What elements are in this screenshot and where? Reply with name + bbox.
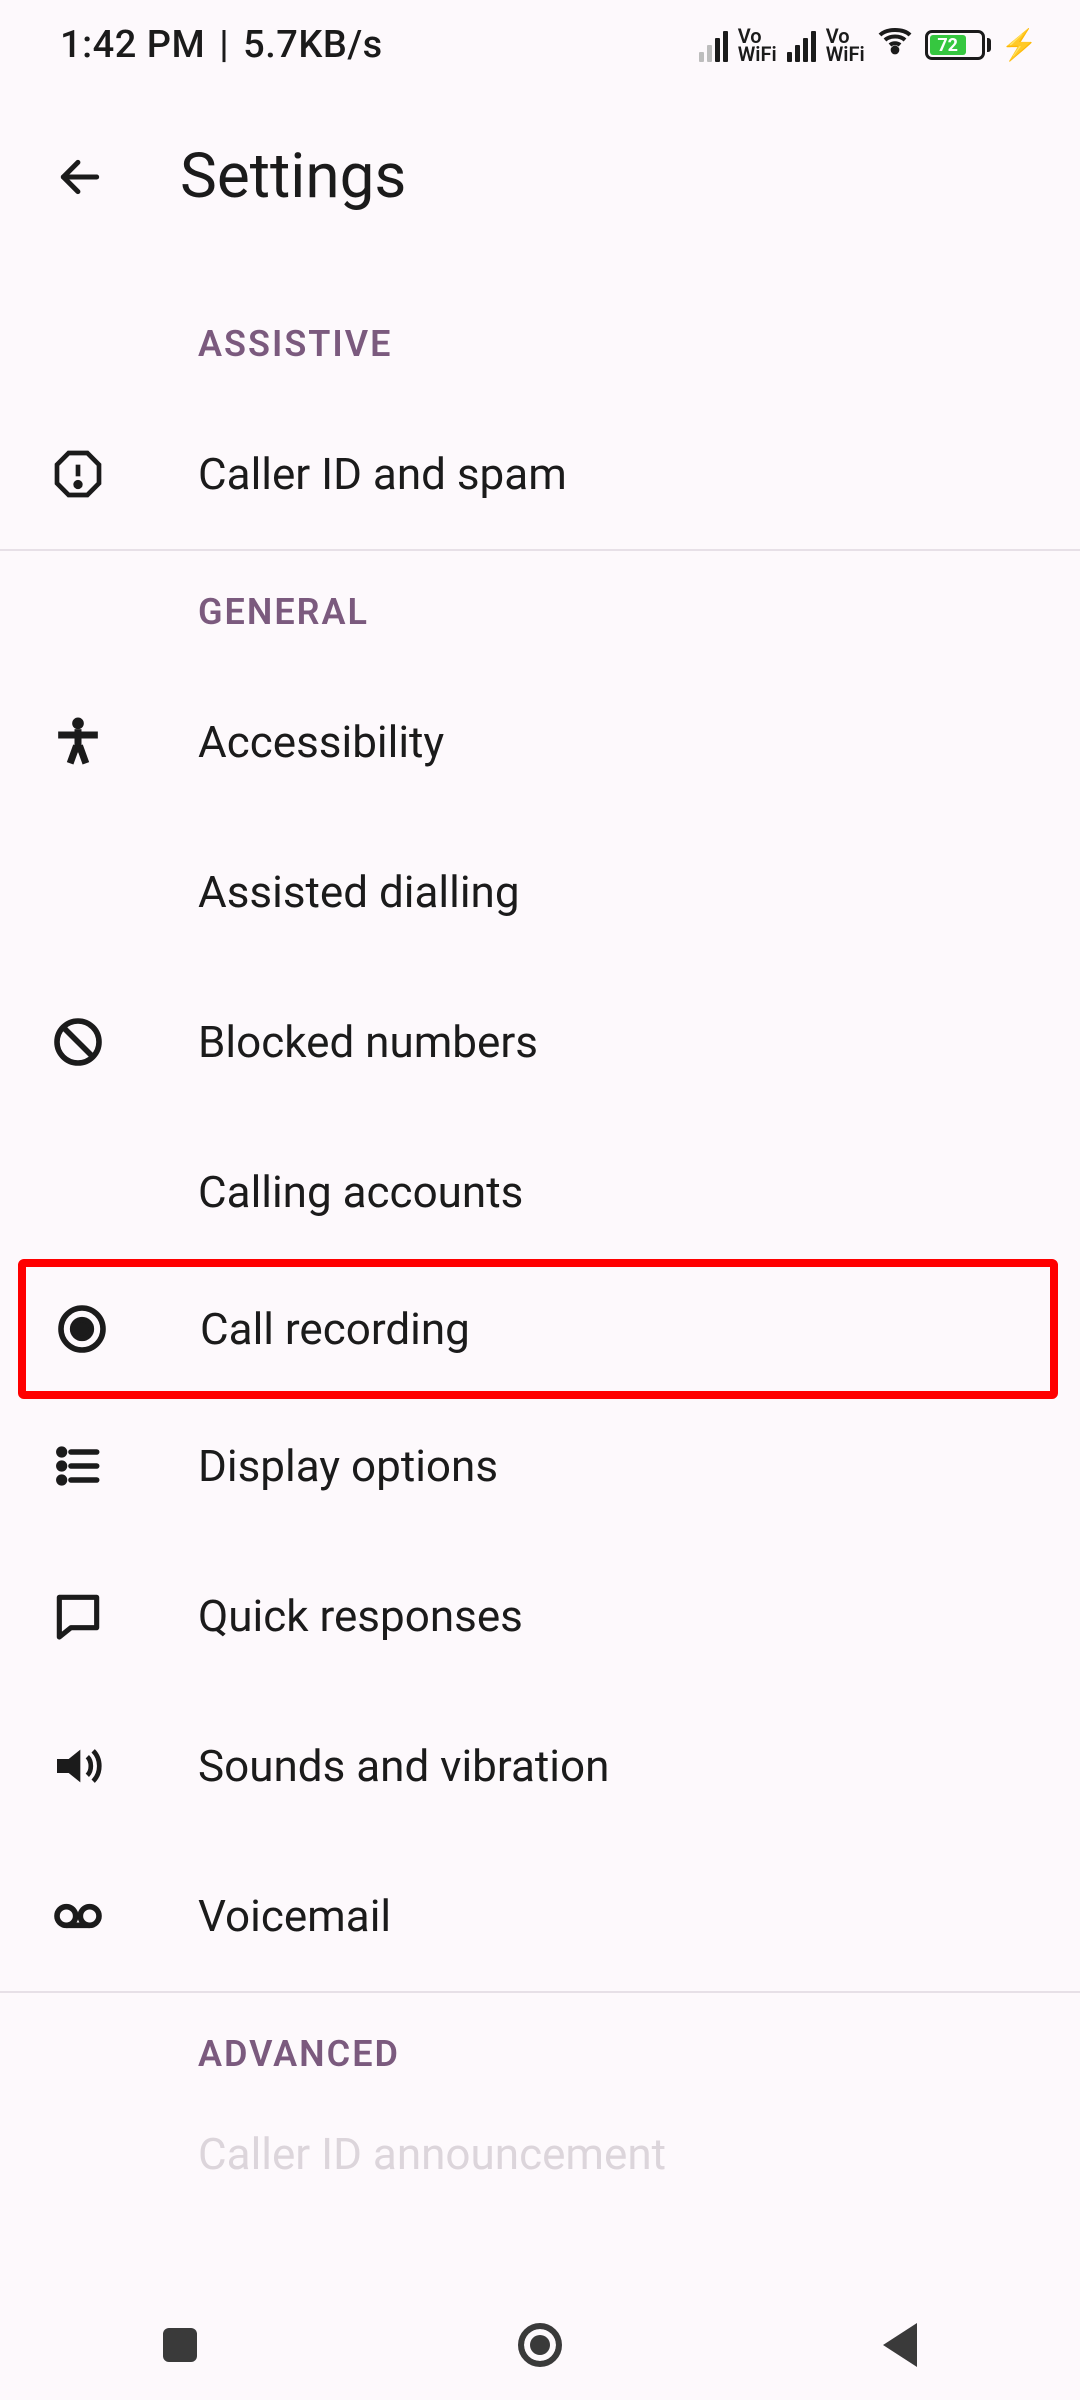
page-title: Settings xyxy=(180,140,406,213)
item-blocked-numbers[interactable]: Blocked numbers xyxy=(0,967,1080,1117)
section-assistive: ASSISTIVE xyxy=(0,283,1080,399)
message-icon xyxy=(50,1588,106,1644)
item-label: Sounds and vibration xyxy=(198,1740,609,1792)
battery-icon: 72 xyxy=(925,30,991,60)
item-label: Display options xyxy=(198,1440,498,1492)
triangle-left-icon xyxy=(883,2323,917,2367)
item-label: Call recording xyxy=(200,1303,470,1355)
status-time: 1:42 PM xyxy=(60,23,205,67)
item-caller-id-announcement[interactable]: Caller ID announcement xyxy=(0,2109,1080,2199)
item-accessibility[interactable]: Accessibility xyxy=(0,667,1080,817)
status-right: VoWiFi VoWiFi 72 ⚡ xyxy=(699,20,1038,70)
item-sounds-and-vibration[interactable]: Sounds and vibration xyxy=(0,1691,1080,1841)
list-icon xyxy=(50,1438,106,1494)
section-advanced: ADVANCED xyxy=(0,1993,1080,2109)
item-display-options[interactable]: Display options xyxy=(0,1391,1080,1541)
status-time-net: 1:42 PM | 5.7KB/s xyxy=(60,23,383,67)
item-assisted-dialling[interactable]: Assisted dialling xyxy=(0,817,1080,967)
charging-icon: ⚡ xyxy=(1001,28,1038,63)
item-label: Calling accounts xyxy=(198,1166,523,1218)
signal-strength-sim1-icon xyxy=(699,28,728,62)
vowifi-sim1-icon: VoWiFi xyxy=(738,27,777,63)
item-call-recording[interactable]: Call recording xyxy=(18,1259,1058,1399)
accessibility-icon xyxy=(50,714,106,770)
square-icon xyxy=(163,2328,197,2362)
item-voicemail[interactable]: Voicemail xyxy=(0,1841,1080,1991)
item-caller-id-and-spam[interactable]: Caller ID and spam xyxy=(0,399,1080,549)
status-bar: 1:42 PM | 5.7KB/s VoWiFi VoWiFi 72 ⚡ xyxy=(0,0,1080,90)
item-label: Blocked numbers xyxy=(198,1016,538,1068)
battery-percent: 72 xyxy=(930,35,966,55)
voicemail-icon xyxy=(50,1888,106,1944)
nav-back-button[interactable] xyxy=(860,2305,940,2385)
signal-strength-sim2-icon xyxy=(787,28,816,62)
nav-recent-button[interactable] xyxy=(140,2305,220,2385)
item-label: Caller ID and spam xyxy=(198,448,567,500)
item-label: Assisted dialling xyxy=(198,866,520,918)
section-general: GENERAL xyxy=(0,551,1080,667)
item-calling-accounts[interactable]: Calling accounts xyxy=(0,1117,1080,1267)
circle-icon xyxy=(518,2323,562,2367)
block-icon xyxy=(50,1014,106,1070)
arrow-left-icon xyxy=(55,152,105,202)
vowifi-sim2-icon: VoWiFi xyxy=(826,27,865,63)
item-label: Accessibility xyxy=(198,716,444,768)
item-label: Voicemail xyxy=(198,1890,391,1942)
back-button[interactable] xyxy=(50,147,110,207)
nav-home-button[interactable] xyxy=(500,2305,580,2385)
system-nav-bar xyxy=(0,2290,1080,2400)
item-label: Quick responses xyxy=(198,1590,523,1642)
item-label: Caller ID announcement xyxy=(198,2128,666,2180)
status-net-rate: 5.7KB/s xyxy=(243,23,383,67)
wifi-icon xyxy=(875,20,915,70)
record-icon xyxy=(54,1301,110,1357)
volume-icon xyxy=(50,1738,106,1794)
item-quick-responses[interactable]: Quick responses xyxy=(0,1541,1080,1691)
app-bar: Settings xyxy=(0,90,1080,283)
alert-octagon-icon xyxy=(50,446,106,502)
